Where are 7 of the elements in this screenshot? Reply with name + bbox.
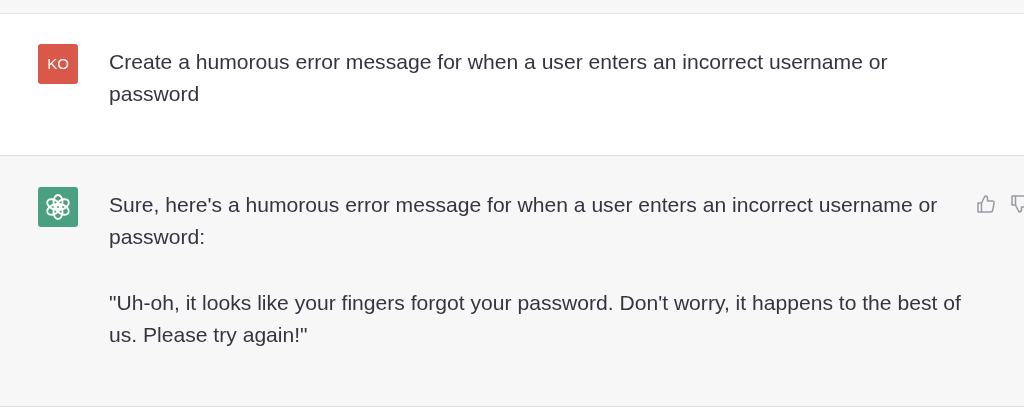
message-text: "Uh-oh, it looks like your fingers forgot your password. Don't worry, it happens to the best of us. Please try again!" — [109, 290, 962, 348]
user-avatar: KO — [38, 44, 78, 84]
message-text: Sure, here's a humorous error message for when a user enters an incorrect username or password: — [109, 192, 939, 250]
thumbs-down-icon[interactable] — [1010, 194, 1024, 214]
thumbs-up-icon[interactable] — [976, 194, 996, 214]
knot-icon — [44, 193, 72, 221]
message-text: Create a humorous error message for when a user enters an incorrect username or password — [109, 49, 889, 107]
